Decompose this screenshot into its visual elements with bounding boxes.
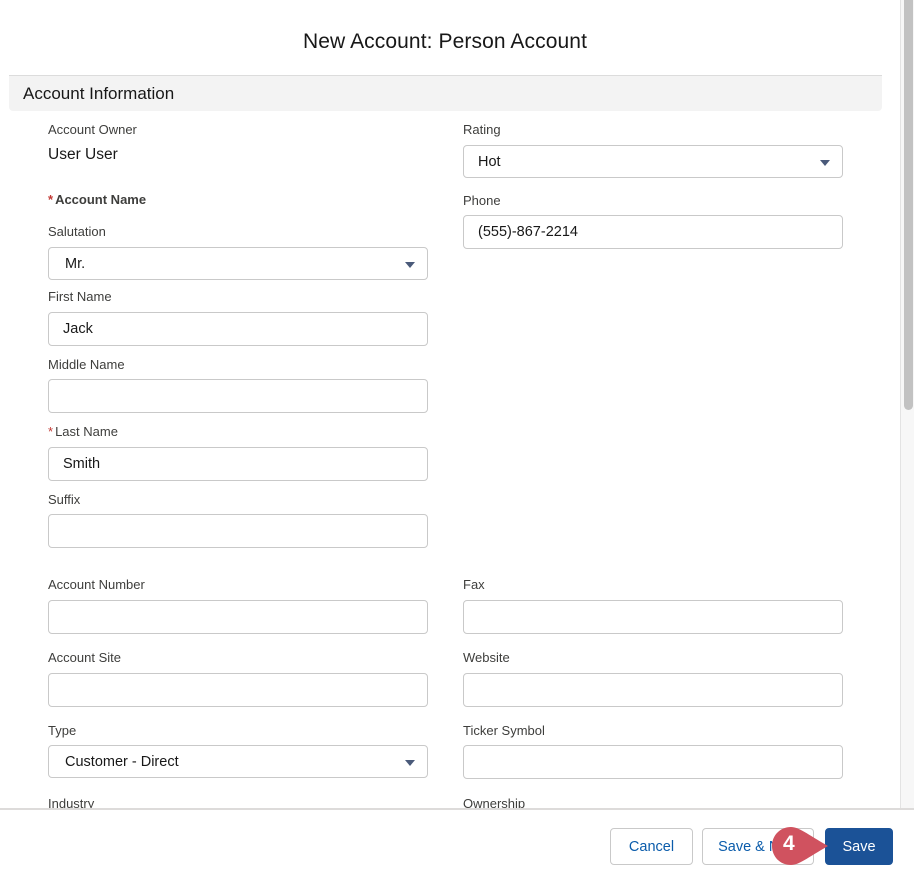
- modal-title: New Account: Person Account: [302, 30, 588, 53]
- account-owner-value: User User: [48, 146, 118, 163]
- account-name-label-text: Account Name: [55, 192, 147, 207]
- scrollbar[interactable]: [900, 0, 914, 808]
- section-header-account-information[interactable]: Account Information: [9, 75, 882, 111]
- section-title: Account Information: [23, 84, 175, 103]
- fax-label: Fax: [463, 577, 485, 592]
- cancel-button[interactable]: Cancel: [610, 828, 693, 865]
- industry-label: Industry: [48, 796, 95, 808]
- chevron-down-icon: [405, 262, 415, 268]
- account-site-input[interactable]: [48, 673, 428, 707]
- chevron-down-icon: [405, 760, 415, 766]
- ownership-label: Ownership: [463, 796, 526, 808]
- salutation-value: Mr.: [65, 255, 86, 272]
- type-value: Customer - Direct: [65, 753, 179, 770]
- phone-label: Phone: [463, 193, 501, 208]
- phone-input[interactable]: (555)-867-2214: [463, 215, 843, 249]
- first-name-value: Jack: [63, 321, 93, 337]
- middle-name-label: Middle Name: [48, 357, 125, 372]
- last-name-label: * Last Name: [48, 424, 118, 439]
- account-number-input[interactable]: [48, 600, 428, 634]
- first-name-label: First Name: [48, 289, 112, 304]
- type-label: Type: [48, 723, 77, 738]
- callout-pointer-icon: [772, 827, 828, 865]
- suffix-label: Suffix: [48, 492, 81, 507]
- account-number-label: Account Number: [48, 577, 145, 592]
- fax-input[interactable]: [463, 600, 843, 634]
- suffix-input[interactable]: [48, 514, 428, 548]
- website-input[interactable]: [463, 673, 843, 707]
- callout-step-number: 4: [783, 832, 795, 855]
- required-marker: *: [48, 192, 54, 207]
- account-name-label: * Account Name: [48, 192, 146, 207]
- type-select[interactable]: Customer - Direct: [48, 745, 428, 778]
- last-name-label-text: Last Name: [55, 424, 118, 439]
- required-marker: *: [48, 424, 54, 439]
- website-label: Website: [463, 650, 510, 665]
- ticker-symbol-input[interactable]: [463, 745, 843, 779]
- rating-select[interactable]: Hot: [463, 145, 843, 178]
- salutation-label: Salutation: [48, 224, 106, 239]
- salutation-select[interactable]: Mr.: [48, 247, 428, 280]
- last-name-input[interactable]: Smith: [48, 447, 428, 481]
- account-site-label: Account Site: [48, 650, 121, 665]
- middle-name-input[interactable]: [48, 379, 428, 413]
- last-name-value: Smith: [63, 456, 101, 472]
- step-callout: 4: [771, 826, 829, 866]
- first-name-input[interactable]: Jack: [48, 312, 428, 346]
- modal-body: New Account: Person Account Account Info…: [0, 0, 900, 808]
- ticker-symbol-label: Ticker Symbol: [463, 723, 545, 738]
- save-button[interactable]: Save: [825, 828, 893, 865]
- account-owner-label: Account Owner: [48, 122, 137, 137]
- chevron-down-icon: [820, 160, 830, 166]
- rating-label: Rating: [463, 122, 501, 137]
- rating-value: Hot: [478, 153, 501, 170]
- scrollbar-thumb[interactable]: [904, 0, 913, 410]
- phone-value: (555)-867-2214: [478, 224, 578, 240]
